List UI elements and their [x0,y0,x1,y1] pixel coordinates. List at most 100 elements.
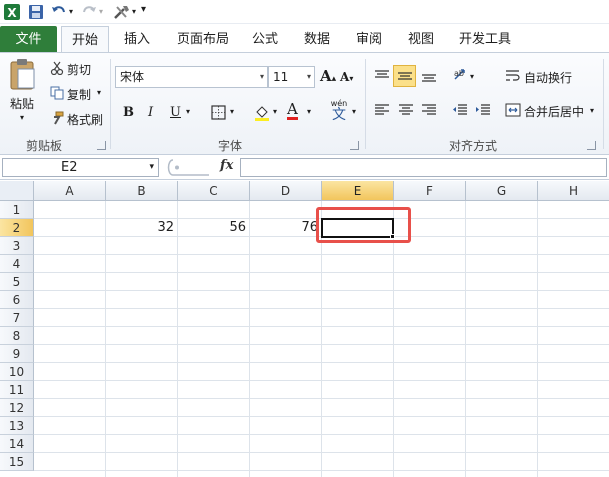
cut-icon[interactable] [50,61,64,75]
increase-indent-icon[interactable] [475,103,491,117]
column-header-a[interactable]: A [34,181,106,201]
font-launcher-icon[interactable] [350,141,359,150]
align-top-icon[interactable] [374,69,390,83]
paste-dropdown-icon[interactable]: ▾ [20,113,24,122]
tools-icon[interactable] [112,3,132,21]
font-name-combo[interactable]: 宋体 ▾ [115,66,268,88]
tab-developer[interactable]: 开发工具 [452,26,518,53]
row-header-13[interactable]: 13 [0,417,34,435]
row-header-7[interactable]: 7 [0,309,34,327]
row-header-6[interactable]: 6 [0,291,34,309]
cell-c2[interactable]: 56 [178,219,250,237]
row-header-5[interactable]: 5 [0,273,34,291]
tab-view[interactable]: 视图 [400,26,442,53]
row-header-11[interactable]: 11 [0,381,34,399]
customize-qat-icon[interactable]: ▾ [141,4,146,22]
tab-formulas[interactable]: 公式 [244,26,286,53]
column-header-f[interactable]: F [394,181,466,201]
shrink-font-icon[interactable]: A▾ [340,70,353,84]
merge-center-dropdown-icon[interactable]: ▾ [590,106,594,115]
copy-button[interactable]: 复制 [67,86,91,103]
select-all-button[interactable] [0,181,34,201]
align-middle-button[interactable] [393,65,416,87]
row-header-3[interactable]: 3 [0,237,34,255]
row-header-1[interactable]: 1 [0,201,34,219]
border-icon[interactable] [211,105,226,120]
row-header-2[interactable]: 2 [0,219,34,237]
redo-dropdown-icon[interactable]: ▾ [99,7,103,25]
tools-dropdown-icon[interactable]: ▾ [132,7,136,25]
align-right-icon[interactable] [421,103,437,117]
grid-row-line [34,290,609,291]
insert-function-icon[interactable]: fx [220,158,233,173]
grow-font-icon[interactable]: A▴ [320,67,336,85]
tab-review[interactable]: 审阅 [348,26,390,53]
bold-button[interactable]: B [123,105,134,120]
font-color-icon[interactable]: A [287,102,298,120]
underline-button[interactable]: U [170,105,181,120]
paste-button-label[interactable]: 粘贴 [10,95,34,112]
align-center-icon[interactable] [398,103,414,117]
italic-button[interactable]: I [148,105,153,120]
row-header-9[interactable]: 9 [0,345,34,363]
font-size-combo[interactable]: 11 ▾ [268,66,315,88]
phonetic-guide-icon[interactable]: wén 文 [326,99,352,123]
row-header-12[interactable]: 12 [0,399,34,417]
copy-icon[interactable] [50,86,64,100]
column-header-g[interactable]: G [466,181,538,201]
tab-data[interactable]: 数据 [296,26,338,53]
align-left-icon[interactable] [374,103,390,117]
column-header-e[interactable]: E [322,181,394,201]
worksheet-grid[interactable]: ABCDEFGH 1 2 3 4 5 6 7 8 9 10 11 12 13 14 15 32 56 76 [0,181,609,477]
wrap-text-button[interactable]: 自动换行 [524,69,572,86]
underline-dropdown-icon[interactable]: ▾ [186,107,190,116]
tab-file[interactable]: 文件 [0,26,57,53]
text-orientation-icon[interactable]: ab [452,66,470,84]
cell-b2[interactable]: 32 [106,219,178,237]
formula-bar-splitter-icon[interactable] [163,158,213,177]
format-painter-button[interactable]: 格式刷 [67,111,103,128]
excel-logo-icon[interactable]: X [3,3,21,21]
column-header-h[interactable]: H [538,181,609,201]
row-header-15[interactable]: 15 [0,453,34,471]
paste-icon[interactable] [8,57,38,91]
redo-icon[interactable] [80,3,98,21]
copy-dropdown-icon[interactable]: ▾ [97,88,101,97]
column-header-d[interactable]: D [250,181,322,201]
row-header-4[interactable]: 4 [0,255,34,273]
format-painter-icon[interactable] [50,111,64,125]
text-orientation-dropdown-icon[interactable]: ▾ [470,72,474,81]
align-bottom-icon[interactable] [421,69,437,83]
column-header-c[interactable]: C [178,181,250,201]
clipboard-launcher-icon[interactable] [97,141,106,150]
undo-icon[interactable] [50,3,68,21]
wrap-text-icon[interactable] [505,68,521,84]
row-header-8[interactable]: 8 [0,327,34,345]
row-header-10[interactable]: 10 [0,363,34,381]
font-name-dropdown-icon[interactable]: ▾ [260,67,264,87]
name-box-dropdown-icon[interactable]: ▾ [149,159,154,176]
merge-center-icon[interactable] [505,102,521,118]
border-dropdown-icon[interactable]: ▾ [230,107,234,116]
group-divider [365,59,366,149]
name-box[interactable]: E2 ▾ [2,158,159,177]
cell-d2[interactable]: 76 [250,219,322,237]
fill-color-dropdown-icon[interactable]: ▾ [273,107,277,116]
save-icon[interactable] [28,3,44,21]
row-header-14[interactable]: 14 [0,435,34,453]
formula-input[interactable] [240,158,607,177]
tab-page-layout[interactable]: 页面布局 [170,26,236,53]
merge-center-button[interactable]: 合并后居中 [524,103,584,120]
alignment-launcher-icon[interactable] [587,141,596,150]
tab-home[interactable]: 开始 [61,26,109,53]
undo-dropdown-icon[interactable]: ▾ [69,7,73,25]
font-color-dropdown-icon[interactable]: ▾ [307,107,311,116]
tab-insert[interactable]: 插入 [113,26,161,53]
group-divider [603,59,604,149]
fill-color-icon[interactable] [253,104,271,122]
column-header-b[interactable]: B [106,181,178,201]
font-size-dropdown-icon[interactable]: ▾ [307,67,311,87]
decrease-indent-icon[interactable] [452,103,468,117]
phonetic-dropdown-icon[interactable]: ▾ [352,107,356,116]
cut-button[interactable]: 剪切 [67,61,91,78]
